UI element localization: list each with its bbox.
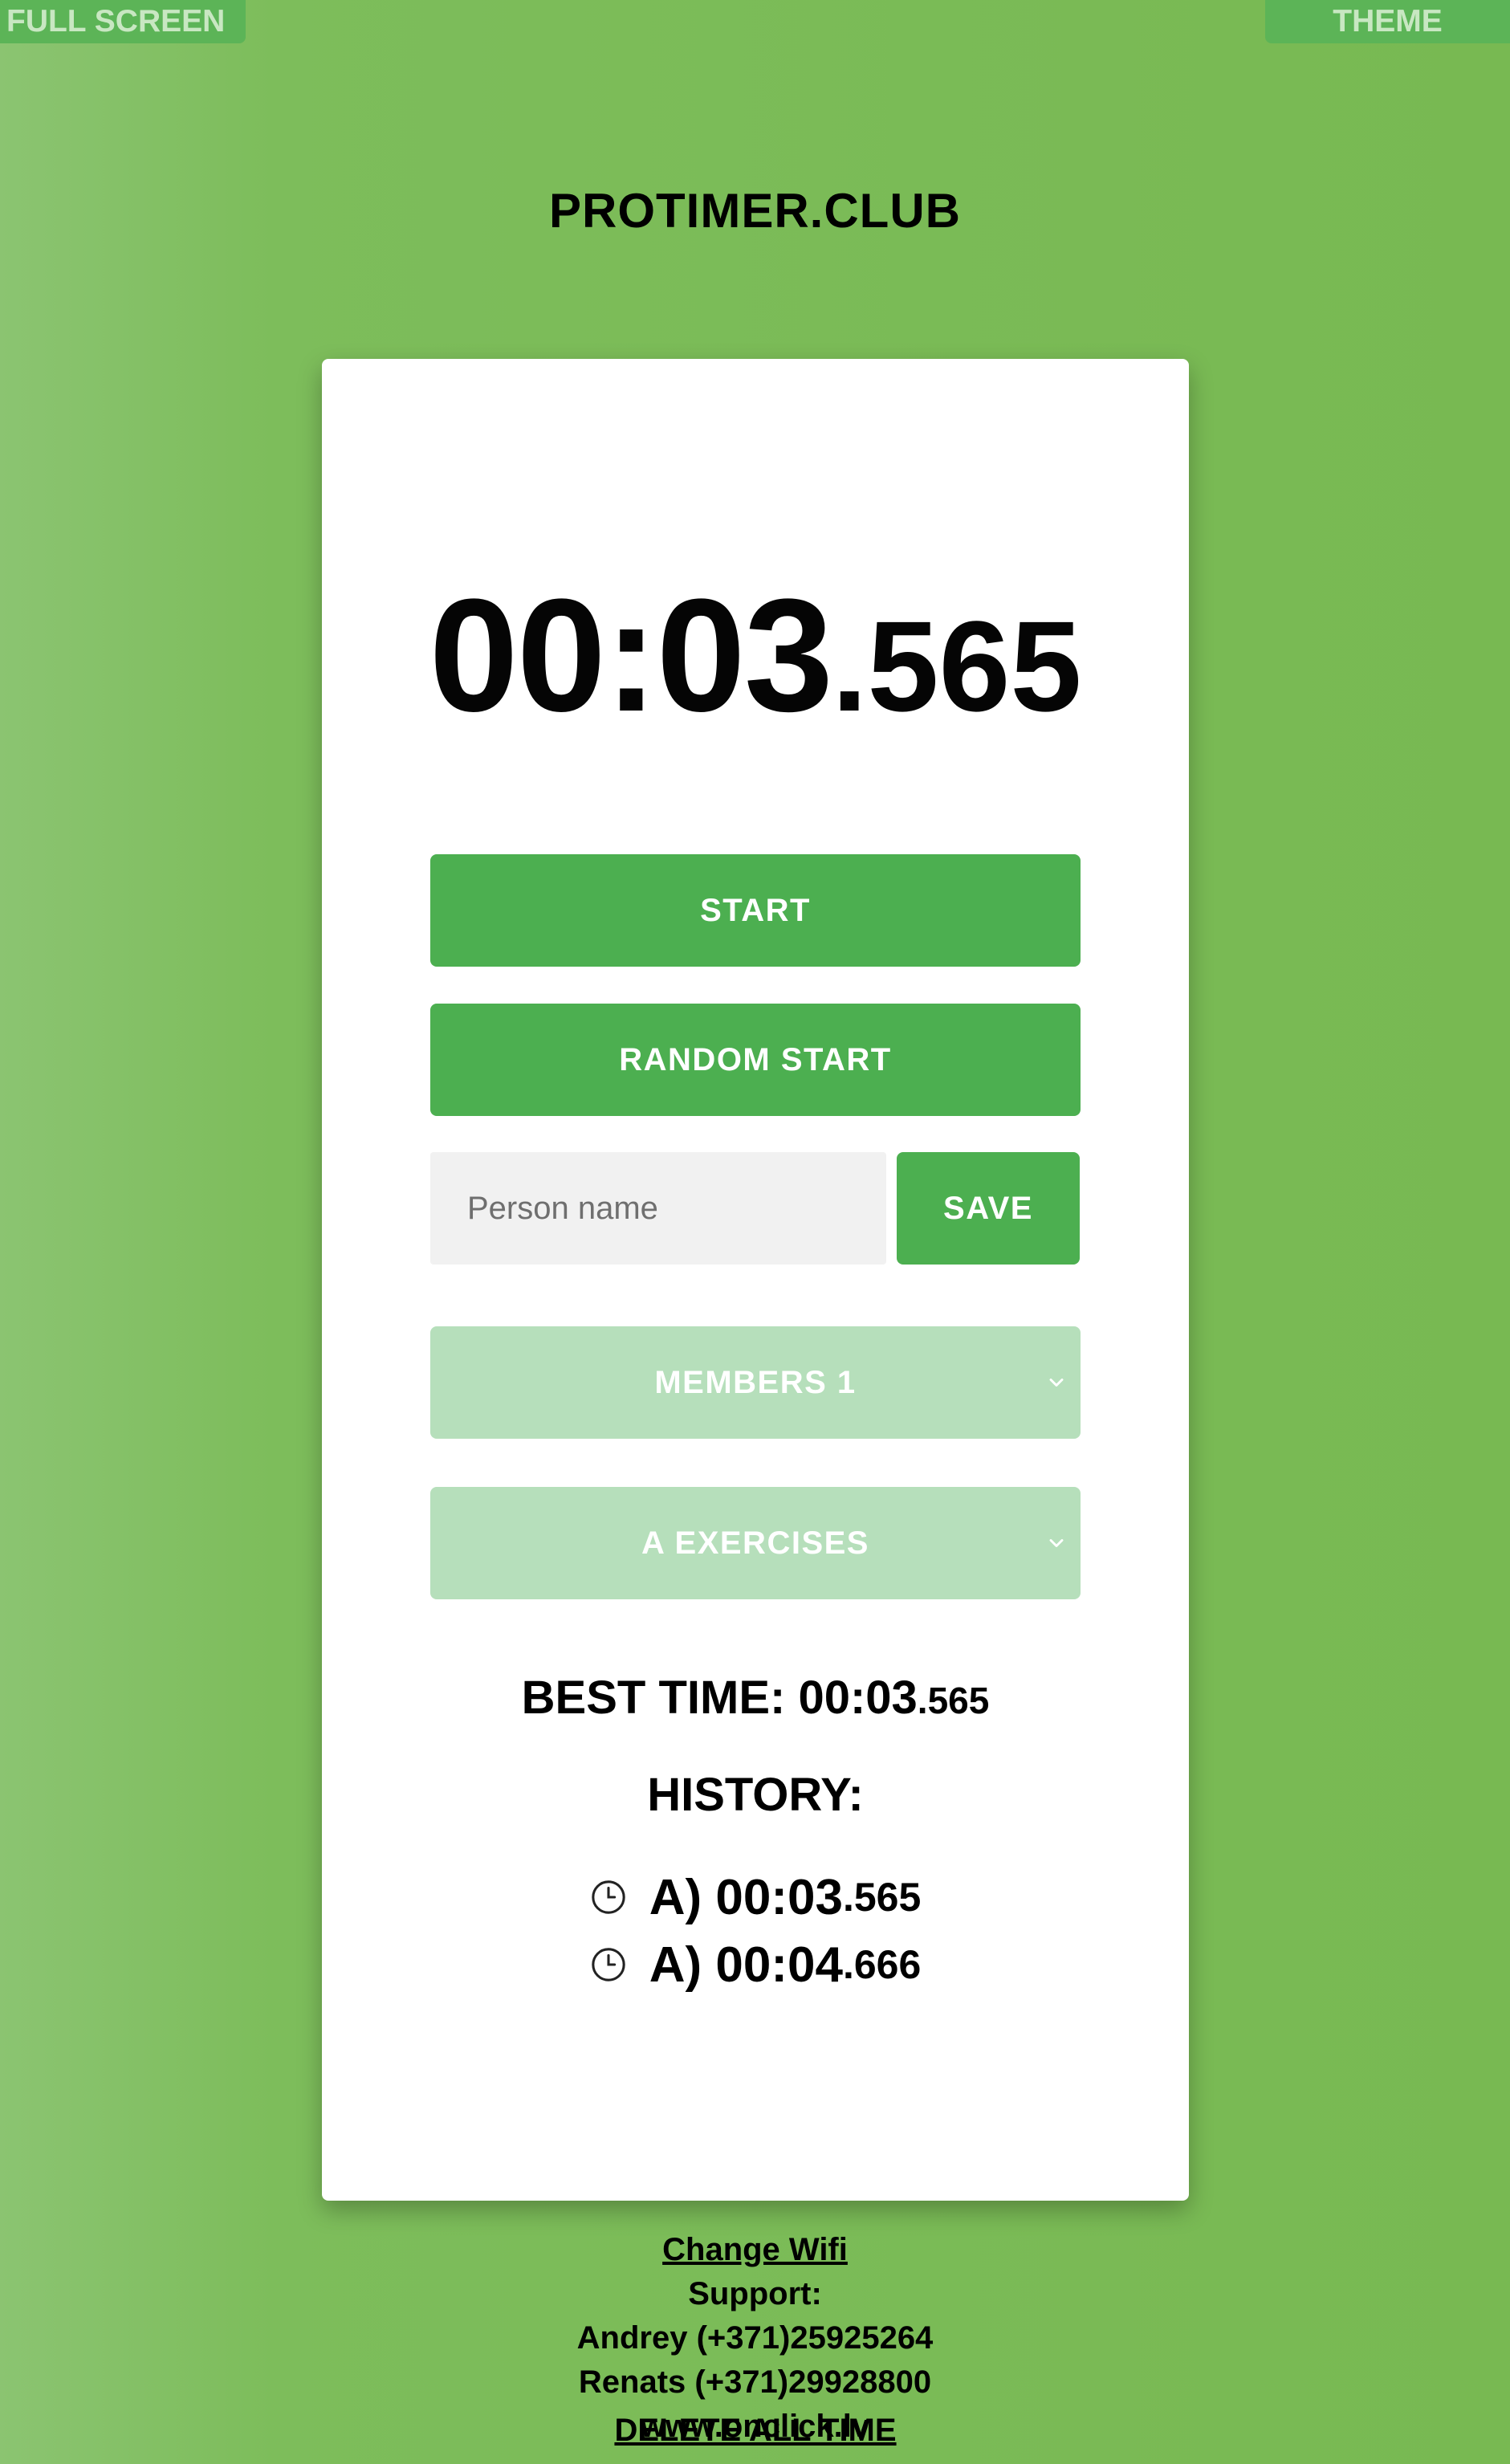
- timer-milliseconds: .565: [832, 594, 1082, 738]
- best-time-label: BEST TIME:: [521, 1672, 799, 1724]
- history-item-prefix: A): [649, 1869, 702, 1925]
- support-contact-renats: Renats (+371)29928800: [578, 2364, 932, 2400]
- history-item-milliseconds: .565: [842, 1875, 922, 1920]
- history-title: HISTORY:: [647, 1769, 864, 1821]
- exercises-select-value: A EXERCISES: [641, 1525, 869, 1561]
- best-time-milliseconds: .565: [917, 1680, 990, 1721]
- random-start-button[interactable]: RANDOM START: [430, 1004, 1081, 1116]
- best-time-main: 00:03: [798, 1672, 918, 1724]
- site-title: PROTIMER.CLUB: [549, 184, 961, 238]
- start-button[interactable]: START: [430, 854, 1081, 967]
- history-item: A) 00:04.666: [322, 1931, 1189, 1998]
- history-item-prefix: A): [649, 1937, 702, 1993]
- support-contact-andrey: Andrey (+371)25925264: [576, 2320, 934, 2356]
- history-list: A) 00:03.565 A) 00:04.666: [322, 1863, 1189, 1998]
- change-wifi-link[interactable]: Change Wifi: [662, 2228, 848, 2272]
- best-time: BEST TIME: 00:03.565: [322, 1671, 1189, 1725]
- save-button[interactable]: SAVE: [897, 1152, 1080, 1265]
- history-item-main: 00:04: [715, 1937, 843, 1993]
- support-label: Support:: [688, 2276, 822, 2311]
- clock-icon: [592, 1948, 625, 1981]
- chevron-down-icon: [1049, 1539, 1064, 1547]
- timer-main: 00:03: [429, 566, 834, 745]
- chevron-down-icon: [1049, 1379, 1064, 1387]
- website-text: www.onclick.lv: [640, 2409, 870, 2444]
- exercises-select[interactable]: A EXERCISES: [430, 1487, 1081, 1599]
- members-select-value: MEMBERS 1: [654, 1364, 857, 1400]
- members-select[interactable]: MEMBERS 1: [430, 1326, 1081, 1439]
- footer: Change Wifi Support: Andrey (+371)259252…: [0, 2228, 1510, 2449]
- full-screen-button[interactable]: FULL SCREEN: [0, 0, 246, 43]
- clock-icon: [592, 1880, 625, 1914]
- history-item-main: 00:03: [715, 1869, 843, 1925]
- history-item: A) 00:03.565: [322, 1863, 1189, 1931]
- person-name-input[interactable]: [430, 1152, 886, 1265]
- theme-button[interactable]: THEME: [1265, 0, 1510, 43]
- history-item-milliseconds: .666: [842, 1942, 922, 1987]
- timer-display: 00:03.565: [322, 576, 1189, 736]
- timer-card: 00:03.565 START RANDOM START SAVE MEMBER…: [322, 359, 1189, 2448]
